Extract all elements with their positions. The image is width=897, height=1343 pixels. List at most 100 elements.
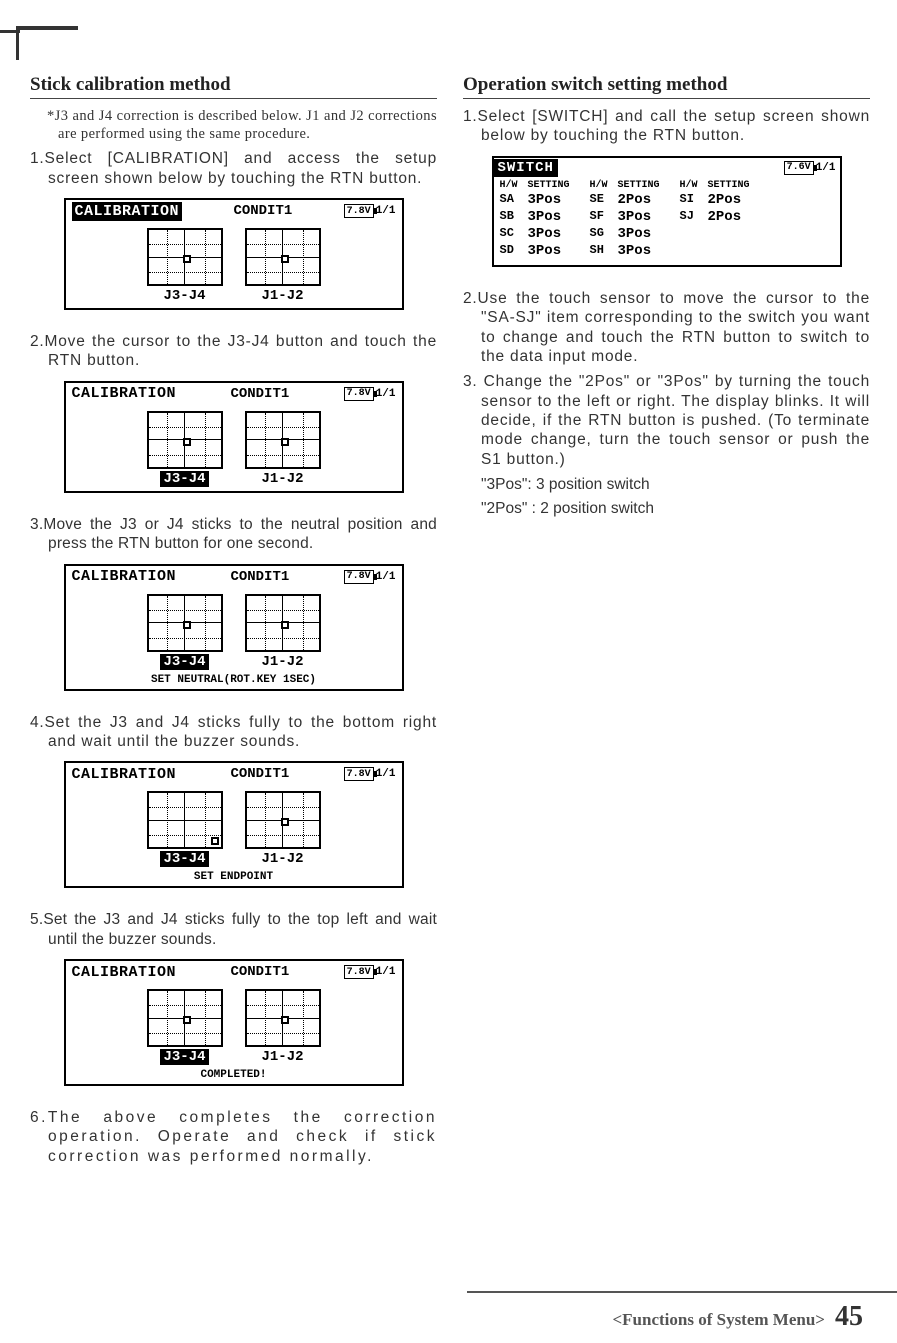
setting-header: SETTING xyxy=(708,180,770,191)
stick-grid-j1j2 xyxy=(245,228,321,286)
setting-header: SETTING xyxy=(618,180,680,191)
stick-grid-j3j4 xyxy=(147,411,223,469)
stick-grid-j3j4 xyxy=(147,228,223,286)
sw-value: 3Pos xyxy=(618,243,680,259)
calibration-footnote: *J3 and J4 correction is described below… xyxy=(30,107,437,143)
lcd5-mode: CONDIT1 xyxy=(176,964,344,980)
stick-grid-j1j2 xyxy=(245,411,321,469)
sw-value: 2Pos xyxy=(708,209,770,225)
lcd4-footer: SET ENDPOINT xyxy=(66,871,402,886)
lcd4-right-label: J1-J2 xyxy=(261,851,303,867)
sw-value: 2Pos xyxy=(708,192,770,208)
switch-lcd-title: SWITCH xyxy=(494,159,558,177)
lcd3-batt: 7.8V xyxy=(347,571,371,582)
lcd3-title: CALIBRATION xyxy=(72,568,177,585)
sw-label: SC xyxy=(500,226,528,242)
setting-header: SETTING xyxy=(528,180,590,191)
lcd4-mode: CONDIT1 xyxy=(176,766,344,782)
operation-switch-title: Operation switch setting method xyxy=(463,74,870,99)
sw-value xyxy=(708,226,770,242)
step-6: 6.The above completes the correction ope… xyxy=(30,1108,437,1166)
step-2: 2.Move the cursor to the J3-J4 button an… xyxy=(30,332,437,371)
page-number: 45 xyxy=(835,1301,863,1333)
lcd5-right-label: J1-J2 xyxy=(261,1049,303,1065)
lcd2-page: 1/1 xyxy=(376,388,396,400)
sw-value: 3Pos xyxy=(528,209,590,225)
sw-value: 3Pos xyxy=(528,243,590,259)
lcd3-left-label: J3-J4 xyxy=(160,654,208,670)
lcd2-title: CALIBRATION xyxy=(72,385,177,402)
lcd5-page: 1/1 xyxy=(376,966,396,978)
stick-calibration-title: Stick calibration method xyxy=(30,74,437,99)
stick-grid-j1j2 xyxy=(245,594,321,652)
step-4: 4.Set the J3 and J4 sticks fully to the … xyxy=(30,713,437,752)
lcd3-mode: CONDIT1 xyxy=(176,569,344,585)
lcd5-footer: COMPLETED! xyxy=(66,1069,402,1084)
lcd2-left-label: J3-J4 xyxy=(160,471,208,487)
lcd5-left-label: J3-J4 xyxy=(160,1049,208,1065)
sw-value xyxy=(708,243,770,259)
switch-page: 1/1 xyxy=(816,162,836,174)
hw-header: H/W xyxy=(680,180,708,191)
note-3pos: "3Pos": 3 position switch xyxy=(463,475,870,494)
lcd-screenshot-2: CALIBRATION CONDIT1 7.8V 1/1 J3-J4 xyxy=(64,381,404,493)
lcd1-right-label: J1-J2 xyxy=(261,288,303,304)
lcd5-title: CALIBRATION xyxy=(72,964,177,981)
lcd1-title: CALIBRATION xyxy=(72,202,183,221)
sw-value: 3Pos xyxy=(618,209,680,225)
lcd1-left-label: J3-J4 xyxy=(163,288,205,304)
lcd-screenshot-4: CALIBRATION CONDIT1 7.8V 1/1 J3-J4 xyxy=(64,761,404,888)
lcd4-page: 1/1 xyxy=(376,768,396,780)
battery-icon: 7.8V xyxy=(344,387,374,401)
r-step-3: 3. Change the "2Pos" or "3Pos" by turnin… xyxy=(463,372,870,469)
left-column: Stick calibration method *J3 and J4 corr… xyxy=(30,74,437,1172)
lcd2-mode: CONDIT1 xyxy=(176,386,344,402)
switch-table: H/W SETTING H/W SETTING H/W SETTING SA 3… xyxy=(494,178,840,265)
lcd-screenshot-5: CALIBRATION CONDIT1 7.8V 1/1 J3-J4 xyxy=(64,959,404,1086)
sw-label: SJ xyxy=(680,209,708,225)
sw-label xyxy=(680,226,708,242)
stick-grid-j3j4 xyxy=(147,989,223,1047)
lcd1-batt: 7.8V xyxy=(347,206,371,217)
sw-label: SB xyxy=(500,209,528,225)
note-2pos: "2Pos" : 2 position switch xyxy=(463,499,870,518)
battery-icon: 7.8V xyxy=(344,767,374,781)
hw-header: H/W xyxy=(590,180,618,191)
top-vertical-rule xyxy=(16,26,19,60)
stick-grid-j3j4 xyxy=(147,594,223,652)
page-footer: <Functions of System Menu> 45 xyxy=(612,1301,863,1333)
sw-label xyxy=(680,243,708,259)
lcd3-footer: SET NEUTRAL(ROT.KEY 1SEC) xyxy=(66,674,402,689)
stick-grid-j1j2 xyxy=(245,791,321,849)
lcd4-batt: 7.8V xyxy=(347,769,371,780)
sw-value: 3Pos xyxy=(618,226,680,242)
footer-text: <Functions of System Menu> xyxy=(612,1310,825,1330)
top-rule xyxy=(18,26,78,30)
hw-header: H/W xyxy=(500,180,528,191)
lcd1-mode: CONDIT1 xyxy=(182,203,344,219)
lcd3-right-label: J1-J2 xyxy=(261,654,303,670)
lcd1-page: 1/1 xyxy=(376,205,396,217)
sw-value: 3Pos xyxy=(528,192,590,208)
lcd2-batt: 7.8V xyxy=(347,388,371,399)
right-column: Operation switch setting method 1.Select… xyxy=(463,74,870,1172)
lcd-screenshot-3: CALIBRATION CONDIT1 7.8V 1/1 J3-J4 xyxy=(64,564,404,691)
sw-value: 2Pos xyxy=(618,192,680,208)
sw-value: 3Pos xyxy=(528,226,590,242)
lcd4-left-label: J3-J4 xyxy=(160,851,208,867)
lcd3-page: 1/1 xyxy=(376,571,396,583)
battery-icon: 7.6V xyxy=(784,161,814,175)
switch-batt: 7.6V xyxy=(787,162,811,173)
r-step-2: 2.Use the touch sensor to move the curso… xyxy=(463,289,870,367)
battery-icon: 7.8V xyxy=(344,204,374,218)
lcd2-right-label: J1-J2 xyxy=(261,471,303,487)
sw-label: SE xyxy=(590,192,618,208)
sw-label: SF xyxy=(590,209,618,225)
footer-rule xyxy=(467,1291,897,1293)
stick-grid-j1j2 xyxy=(245,989,321,1047)
step-5: 5.Set the J3 and J4 sticks fully to the … xyxy=(30,910,437,949)
battery-icon: 7.8V xyxy=(344,965,374,979)
lcd-screenshot-1: CALIBRATION CONDIT1 7.8V 1/1 J3-J4 xyxy=(64,198,404,310)
step-1: 1.Select [CALIBRATION] and access the se… xyxy=(30,149,437,188)
lcd4-title: CALIBRATION xyxy=(72,766,177,783)
